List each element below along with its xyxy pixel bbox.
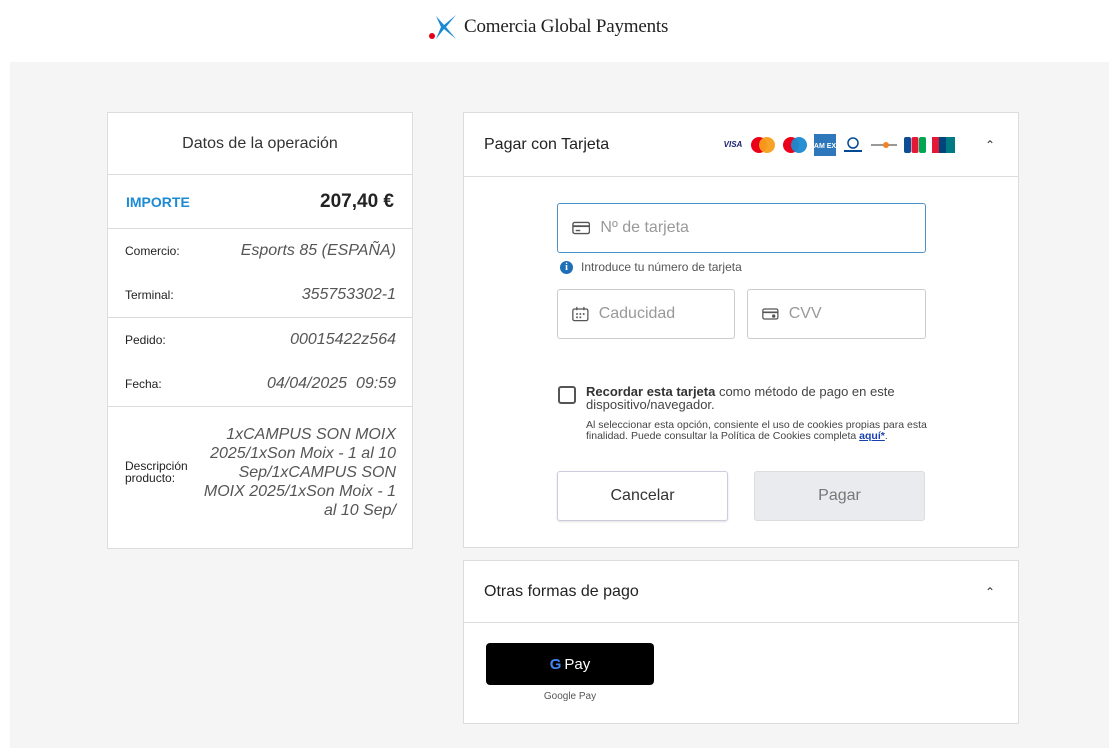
amex-logo-icon: AM EX: [814, 133, 836, 156]
consent-end: .: [884, 429, 888, 442]
cancel-button[interactable]: Cancelar: [557, 471, 728, 521]
terminal-row: Terminal: 355753302-1: [125, 273, 396, 317]
svg-text:AM EX: AM EX: [814, 143, 836, 150]
other-methods-title: Otras formas de pago: [484, 582, 639, 600]
card-number-input[interactable]: [600, 219, 925, 237]
terminal-value: 355753302-1: [301, 286, 396, 303]
summary-title: Datos de la operación: [108, 113, 412, 175]
cookie-policy-link[interactable]: aquí*: [859, 430, 885, 442]
date-label: Fecha:: [125, 377, 162, 391]
merchant-group: Comercio: Esports 85 (ESPAÑA) Terminal: …: [108, 229, 412, 318]
jcb-logo-icon: [904, 136, 926, 153]
google-pay-text: Pay: [564, 655, 591, 673]
description-value: 1xCAMPUS SON MOIX 2025/1xSon Moix - 1 al…: [203, 425, 396, 519]
brand-logo: Comercia Global Payments: [428, 12, 668, 42]
order-label: Pedido:: [125, 333, 166, 347]
description-label: Descripción producto:: [125, 459, 188, 485]
card-number-hint: i Introduce tu número de tarjeta: [560, 260, 742, 274]
order-group: Pedido: 00015422z564 Fecha: 04/04/2025 0…: [108, 318, 412, 407]
expiry-field[interactable]: [557, 289, 735, 339]
remember-card-label: Recordar esta tarjeta como método de pag…: [586, 385, 931, 411]
operation-summary-panel: Datos de la operación IMPORTE 207,40 € C…: [107, 112, 413, 549]
chevron-up-icon[interactable]: ⌃: [982, 585, 998, 599]
other-methods-header[interactable]: Otras formas de pago ⌃: [464, 561, 1018, 623]
diners-logo-icon: [844, 136, 862, 152]
expiry-input[interactable]: [598, 305, 734, 323]
visa-logo-icon: VISA: [723, 140, 743, 149]
date-value: 04/04/2025 09:59: [266, 375, 396, 392]
order-value: 00015422z564: [290, 331, 396, 348]
amount-label: IMPORTE: [126, 193, 190, 210]
chevron-up-icon[interactable]: ⌃: [982, 138, 998, 152]
cookie-consent-text: Al seleccionar esta opción, consiente el…: [586, 420, 931, 441]
order-row: Pedido: 00015422z564: [125, 318, 396, 362]
amount-row: IMPORTE 207,40 €: [108, 175, 412, 229]
amount-value: 207,40 €: [320, 190, 394, 212]
card-back-icon: [762, 308, 779, 320]
card-brands: VISA AM EX: [722, 133, 956, 156]
description-row: Descripción producto: 1xCAMPUS SON MOIX …: [108, 407, 412, 537]
cvv-field[interactable]: [747, 289, 926, 339]
pay-button[interactable]: Pagar: [754, 471, 925, 521]
maestro-logo-icon: [783, 136, 807, 153]
unionpay-logo-icon: [932, 136, 955, 153]
calendar-icon: [572, 306, 589, 322]
date-row: Fecha: 04/04/2025 09:59: [125, 362, 396, 406]
google-pay-label: Google Pay: [543, 691, 597, 702]
google-g-icon: G: [549, 655, 562, 673]
info-icon: i: [560, 260, 573, 274]
card-number-hint-text: Introduce tu número de tarjeta: [581, 260, 742, 274]
remember-card-checkbox[interactable]: [558, 386, 576, 404]
discover-logo-icon: [871, 141, 897, 148]
card-number-field[interactable]: [557, 203, 926, 253]
merchant-value: Esports 85 (ESPAÑA): [240, 242, 396, 259]
merchant-row: Comercio: Esports 85 (ESPAÑA): [125, 229, 396, 273]
terminal-label: Terminal:: [125, 288, 174, 302]
google-pay-button[interactable]: G Pay: [486, 643, 654, 685]
mastercard-logo-icon: [751, 136, 775, 153]
star-logo-icon: [429, 15, 456, 39]
cvv-input[interactable]: [788, 305, 925, 323]
card-payment-header[interactable]: Pagar con Tarjeta VISA AM EX ⌃: [464, 113, 1018, 177]
brand-name: Comercia Global Payments: [464, 16, 669, 37]
card-payment-title: Pagar con Tarjeta: [484, 135, 610, 153]
card-payment-panel: Pagar con Tarjeta VISA AM EX ⌃ Nº de tar…: [463, 112, 1019, 548]
credit-card-icon: [572, 221, 591, 235]
merchant-label: Comercio:: [125, 244, 180, 258]
other-payment-methods-panel: Otras formas de pago ⌃ G Pay Google Pay: [463, 560, 1019, 724]
